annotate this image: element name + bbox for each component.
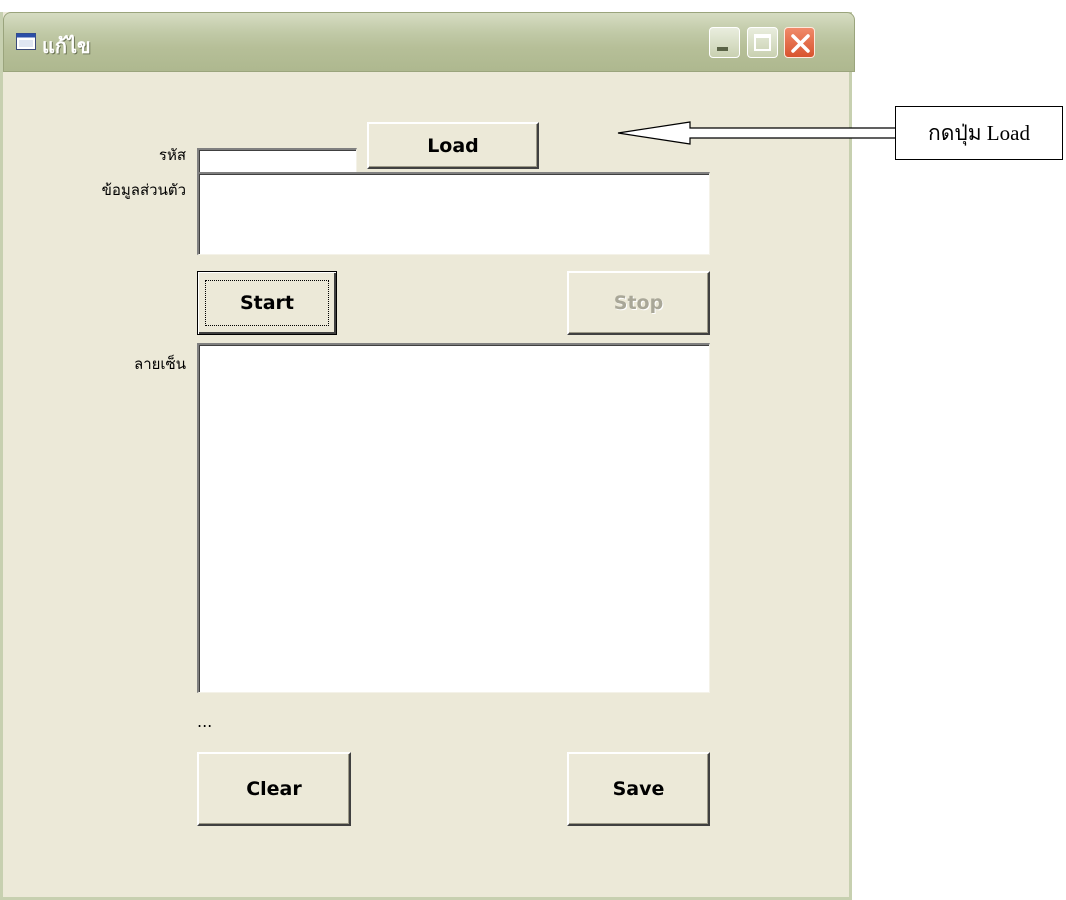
maximize-icon	[754, 34, 771, 51]
focus-rectangle	[205, 280, 329, 326]
title-bar[interactable]: แก้ไข	[3, 12, 855, 72]
save-button[interactable]: Save	[567, 752, 710, 826]
stop-button[interactable]: Stop	[567, 271, 710, 335]
load-button[interactable]: Load	[367, 122, 539, 169]
close-button[interactable]	[784, 27, 815, 58]
minimize-icon	[717, 47, 728, 51]
window-title: แก้ไข	[42, 34, 91, 58]
close-icon	[791, 34, 810, 53]
code-label: รหัส	[158, 146, 186, 164]
signature-label: ลายเซ็น	[134, 355, 186, 373]
callout-box: กดปุ่ม Load	[895, 106, 1063, 160]
signature-pad[interactable]	[197, 343, 710, 693]
clear-button[interactable]: Clear	[197, 752, 351, 826]
personal-info-textarea[interactable]	[197, 172, 710, 255]
minimize-button[interactable]	[709, 27, 740, 58]
personal-info-label: ข้อมูลส่วนตัว	[101, 181, 186, 199]
start-button[interactable]: Start	[197, 271, 337, 335]
maximize-button[interactable]	[747, 27, 778, 58]
status-label: ...	[197, 712, 213, 731]
window-icon	[16, 33, 36, 50]
